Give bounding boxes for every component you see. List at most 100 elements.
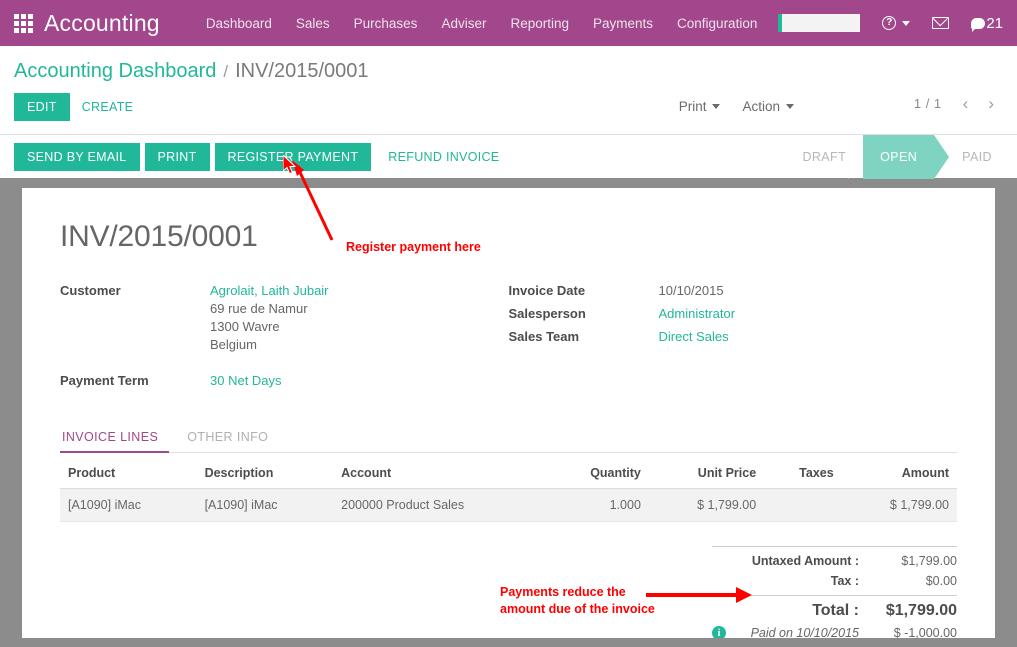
field-payment-term: Payment Term 30 Net Days: [60, 372, 509, 390]
print-button[interactable]: PRINT: [145, 143, 210, 171]
label-payment: Paid on 10/10/2015: [733, 626, 873, 638]
breadcrumb-separator: /: [223, 62, 228, 82]
print-dropdown[interactable]: Print: [670, 93, 730, 120]
action-dropdown-label: Action: [742, 99, 780, 114]
mail-activity-button[interactable]: [932, 17, 949, 29]
cell-quantity: 1.000: [547, 489, 649, 522]
notebook: INVOICE LINES OTHER INFO Product Descrip…: [60, 423, 957, 522]
help-menu[interactable]: ?: [882, 16, 910, 30]
app-brand-title[interactable]: Accounting: [44, 10, 160, 37]
envelope-icon: [932, 17, 949, 29]
refund-invoice-button[interactable]: REFUND INVOICE: [376, 143, 511, 171]
menu-item-configuration[interactable]: Configuration: [665, 10, 769, 37]
menu-item-reporting[interactable]: Reporting: [498, 10, 581, 37]
record-pager: 1 / 1 ‹ ›: [914, 93, 1003, 114]
field-value-customer: Agrolait, Laith Jubair 69 rue de Namur 1…: [210, 282, 329, 354]
field-customer: Customer Agrolait, Laith Jubair 69 rue d…: [60, 282, 509, 354]
chevron-down-icon: [902, 21, 910, 26]
totals-section: Untaxed Amount : $1,799.00 Tax : $0.00 T…: [60, 546, 957, 638]
salesperson-link[interactable]: Administrator: [659, 305, 736, 323]
invoice-date-value: 10/10/2015: [659, 282, 724, 300]
notebook-tabs: INVOICE LINES OTHER INFO: [60, 423, 957, 453]
print-dropdown-label: Print: [679, 99, 707, 114]
table-row[interactable]: [A1090] iMac [A1090] iMac 200000 Product…: [60, 489, 957, 522]
info-circle-icon[interactable]: i: [712, 626, 726, 638]
breadcrumb-current: INV/2015/0001: [235, 60, 368, 83]
customer-address-line-1: 69 rue de Namur: [210, 300, 329, 318]
customer-address-line-3: Belgium: [210, 336, 329, 354]
payment-term-link[interactable]: 30 Net Days: [210, 372, 282, 390]
field-label-sales-team: Sales Team: [509, 328, 659, 346]
table-header-row: Product Description Account Quantity Uni…: [60, 459, 957, 489]
total-row-total: Total : $1,799.00: [712, 595, 957, 623]
customer-address-line-2: 1300 Wavre: [210, 318, 329, 336]
column-header-account: Account: [333, 459, 546, 489]
cell-taxes: [764, 489, 842, 522]
main-menu: Dashboard Sales Purchases Adviser Report…: [194, 10, 770, 37]
menu-item-adviser[interactable]: Adviser: [429, 10, 498, 37]
label-tax: Tax :: [712, 574, 873, 588]
field-label-payment-term: Payment Term: [60, 372, 210, 390]
cell-account: 200000 Product Sales: [333, 489, 546, 522]
action-dropdown[interactable]: Action: [733, 93, 803, 120]
edit-button[interactable]: EDIT: [14, 93, 70, 121]
menu-item-payments[interactable]: Payments: [581, 10, 665, 37]
invoice-lines-table: Product Description Account Quantity Uni…: [60, 459, 957, 522]
customer-name-link[interactable]: Agrolait, Laith Jubair: [210, 282, 329, 300]
breadcrumb: Accounting Dashboard / INV/2015/0001: [14, 46, 1003, 93]
total-row-payment: i Paid on 10/10/2015 $ -1,000.00: [712, 623, 957, 638]
message-count-badge: 21: [986, 15, 1003, 32]
left-field-group: Customer Agrolait, Laith Jubair 69 rue d…: [60, 282, 509, 395]
value-untaxed-amount: $1,799.00: [873, 554, 957, 568]
field-salesperson: Salesperson Administrator: [509, 305, 958, 323]
messaging-button[interactable]: 21: [971, 15, 1003, 32]
control-panel: Accounting Dashboard / INV/2015/0001 EDI…: [0, 46, 1017, 134]
system-tray: ? 21: [778, 0, 1005, 46]
pager-label: 1 / 1: [914, 96, 942, 111]
column-header-description: Description: [197, 459, 334, 489]
totals-block: Untaxed Amount : $1,799.00 Tax : $0.00 T…: [712, 546, 957, 638]
tab-invoice-lines[interactable]: INVOICE LINES: [60, 423, 169, 453]
chat-bubble-icon: [971, 18, 985, 29]
cell-unit-price: $ 1,799.00: [649, 489, 764, 522]
label-total: Total :: [712, 602, 873, 620]
value-total: $1,799.00: [873, 602, 957, 620]
field-label-invoice-date: Invoice Date: [509, 282, 659, 300]
apps-grid-icon[interactable]: [10, 10, 36, 36]
total-row-tax: Tax : $0.00: [712, 571, 957, 591]
column-header-product: Product: [60, 459, 197, 489]
status-bar: DRAFT OPEN PAID: [785, 135, 1009, 179]
breadcrumb-root-link[interactable]: Accounting Dashboard: [14, 60, 216, 83]
label-untaxed-amount: Untaxed Amount :: [712, 554, 873, 568]
right-field-group: Invoice Date 10/10/2015 Salesperson Admi…: [509, 282, 958, 395]
total-row-untaxed: Untaxed Amount : $1,799.00: [712, 546, 957, 571]
page-title: INV/2015/0001: [60, 220, 957, 254]
column-header-quantity: Quantity: [547, 459, 649, 489]
value-payment: $ -1,000.00: [873, 626, 957, 638]
tab-other-info[interactable]: OTHER INFO: [185, 423, 279, 453]
control-panel-dropdowns: Print Action: [670, 93, 803, 120]
sales-team-link[interactable]: Direct Sales: [659, 328, 729, 346]
top-navbar: Accounting Dashboard Sales Purchases Adv…: [0, 0, 1017, 46]
menu-item-dashboard[interactable]: Dashboard: [194, 10, 284, 37]
column-header-unit-price: Unit Price: [649, 459, 764, 489]
search-input[interactable]: [778, 14, 860, 32]
action-status-bar: SEND BY EMAIL PRINT REGISTER PAYMENT REF…: [0, 134, 1017, 178]
question-circle-icon: ?: [882, 16, 896, 30]
cell-description: [A1090] iMac: [197, 489, 334, 522]
status-stage-open[interactable]: OPEN: [863, 135, 934, 179]
column-header-taxes: Taxes: [764, 459, 842, 489]
chevron-right-icon[interactable]: ›: [979, 93, 1003, 114]
send-by-email-button[interactable]: SEND BY EMAIL: [14, 143, 140, 171]
menu-item-purchases[interactable]: Purchases: [342, 10, 430, 37]
chevron-left-icon[interactable]: ‹: [954, 93, 978, 114]
field-invoice-date: Invoice Date 10/10/2015: [509, 282, 958, 300]
register-payment-button[interactable]: REGISTER PAYMENT: [215, 143, 372, 171]
menu-item-sales[interactable]: Sales: [284, 10, 342, 37]
column-header-amount: Amount: [842, 459, 957, 489]
create-button[interactable]: CREATE: [70, 93, 146, 121]
chevron-down-icon: [712, 104, 720, 109]
field-label-customer: Customer: [60, 282, 210, 354]
control-panel-buttons: EDIT CREATE Print Action 1 / 1 ‹ ›: [14, 93, 1003, 134]
cell-product: [A1090] iMac: [60, 489, 197, 522]
